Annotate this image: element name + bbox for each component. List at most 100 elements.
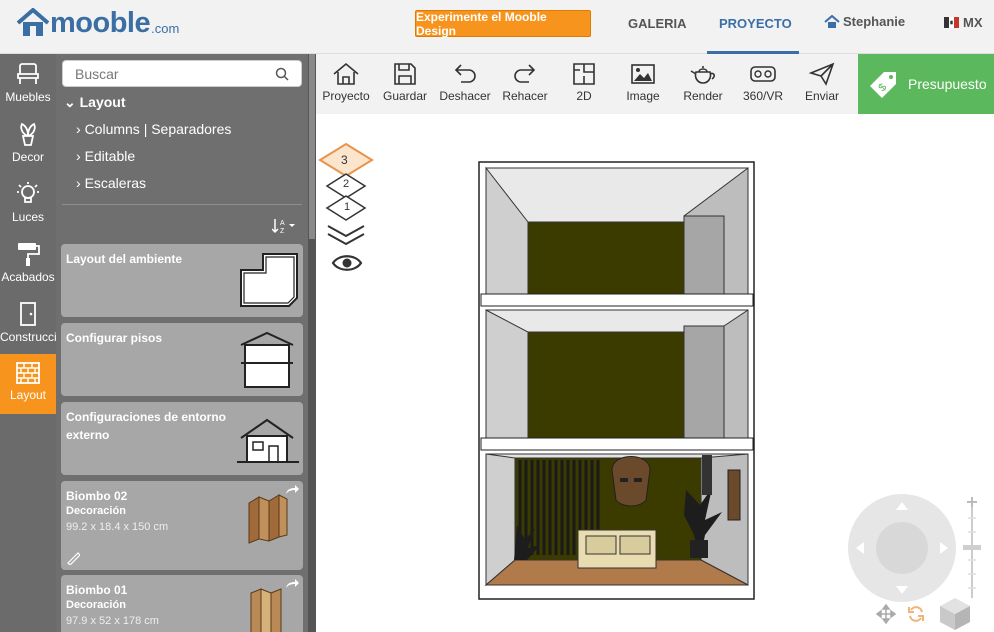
card-layout-ambiente[interactable]: Layout del ambiente — [61, 244, 303, 317]
image-icon — [631, 64, 655, 84]
double-chevron-down-icon[interactable] — [326, 222, 366, 246]
card-title: Layout del ambiente — [66, 252, 183, 266]
floor-3-label: 3 — [341, 153, 348, 167]
scrollbar-thumb[interactable] — [309, 54, 315, 239]
rail-item-luces[interactable]: Luces — [0, 180, 56, 240]
tool-deshacer[interactable]: Deshacer — [435, 62, 495, 103]
nav-proyecto[interactable]: PROYECTO — [719, 16, 792, 31]
navigation-pad[interactable] — [846, 492, 958, 604]
tool-label: Image — [626, 89, 660, 103]
top-bar: mooble .com Experimente el Mooble Design… — [0, 0, 994, 54]
floor-1-label: 1 — [344, 201, 351, 213]
rail-item-construccion[interactable]: Construcción — [0, 300, 56, 360]
presupuesto-label: Presupuesto — [908, 76, 987, 92]
logo-suffix: .com — [151, 21, 180, 36]
rail-label: Construcción — [0, 330, 56, 344]
tool-render[interactable]: Render — [673, 62, 733, 103]
mooble-design-button[interactable]: Experimente el Mooble Design — [415, 10, 591, 38]
share-arrow-icon[interactable] — [285, 579, 299, 589]
rail-label: Luces — [11, 210, 45, 224]
user-menu[interactable]: Stephanie — [824, 14, 905, 29]
logo-text: mooble — [50, 7, 151, 39]
plant-icon — [20, 122, 36, 146]
card-title: Biombo 02 — [66, 489, 128, 503]
rail-item-muebles[interactable]: Muebles — [0, 60, 56, 120]
rail-item-acabados[interactable]: Acabados — [0, 240, 56, 300]
door-icon — [20, 302, 36, 326]
tool-proyecto[interactable]: Proyecto — [316, 62, 376, 103]
send-icon — [808, 62, 835, 86]
chevron-down-icon: ⌄ — [64, 94, 80, 110]
logo-house-icon — [16, 8, 50, 36]
search-input[interactable]: Buscar — [62, 60, 302, 87]
tool-label: Deshacer — [439, 89, 491, 103]
card-dims: 97.9 x 52 x 178 cm — [66, 615, 159, 627]
user-name: Stephanie — [843, 14, 906, 29]
main-toolbar: Proyecto Guardar Deshacer Rehacer 2D Ima… — [316, 54, 858, 114]
paint-roller-icon — [18, 243, 40, 266]
card-subtitle: Decoración — [66, 599, 126, 611]
zoom-slider[interactable] — [960, 496, 984, 600]
country-selector[interactable]: MX — [944, 15, 983, 30]
panel-divider — [62, 204, 302, 205]
tool-360vr[interactable]: 360/VR — [733, 62, 793, 103]
floor-2-label: 2 — [343, 178, 350, 190]
chevron-right-icon: › — [76, 121, 85, 137]
tree-item-label: Columns | Separadores — [84, 121, 232, 137]
card-title: Configuraciones de entorno externo — [66, 410, 227, 442]
bulb-icon — [17, 182, 39, 203]
design-canvas[interactable]: 3 2 1 — [316, 114, 994, 632]
share-arrow-icon[interactable] — [285, 485, 299, 495]
vr-icon — [750, 66, 776, 82]
tree-header-label: Layout — [79, 94, 126, 110]
tree-layout-header[interactable]: ⌄ Layout — [64, 94, 126, 111]
presupuesto-button[interactable]: $ Presupuesto — [858, 54, 994, 114]
panel-scrollbar[interactable] — [308, 54, 316, 632]
tool-rehacer[interactable]: Rehacer — [495, 62, 555, 103]
floor-selector: 3 2 1 — [318, 142, 378, 277]
country-code: MX — [963, 15, 983, 30]
screen-divider-thumbnail-icon — [250, 588, 282, 632]
floorplan-icon — [573, 63, 595, 85]
rail-label: Layout — [9, 388, 47, 402]
rail-label: Muebles — [5, 90, 51, 104]
tree-item-escaleras[interactable]: › Escaleras — [76, 175, 146, 191]
tool-enviar[interactable]: Enviar — [792, 62, 852, 103]
house-icon — [237, 418, 299, 463]
logo[interactable]: mooble .com — [16, 8, 179, 38]
card-configurar-pisos[interactable]: Configurar pisos — [61, 323, 303, 396]
tree-item-label: Editable — [84, 148, 136, 164]
mexico-flag-icon — [944, 17, 959, 28]
save-icon — [394, 63, 416, 85]
card-title: Configurar pisos — [66, 331, 163, 345]
teapot-icon — [690, 66, 715, 84]
card-title: Biombo 01 — [66, 583, 128, 597]
rotate-icon[interactable] — [906, 604, 926, 624]
nav-galeria[interactable]: GALERIA — [628, 16, 687, 31]
cube-view-icon[interactable] — [938, 596, 972, 630]
tool-2d[interactable]: 2D — [554, 62, 614, 103]
card-biombo-01[interactable]: Biombo 01 Decoración 97.9 x 52 x 178 cm — [61, 575, 303, 632]
eye-icon[interactable] — [331, 252, 363, 274]
tree-item-editable[interactable]: › Editable — [76, 148, 135, 164]
tool-label: 2D — [576, 89, 592, 103]
rail-item-decor[interactable]: Decor — [0, 120, 56, 180]
category-rail: Muebles Decor Luces Acabados Construcció… — [0, 54, 56, 632]
chair-icon — [17, 63, 39, 84]
sort-button[interactable]: AZ — [271, 218, 296, 237]
tree-item-columns[interactable]: › Columns | Separadores — [76, 121, 231, 137]
tool-image[interactable]: Image — [613, 62, 673, 103]
tool-label: Render — [683, 89, 723, 103]
card-entorno-externo[interactable]: Configuraciones de entorno externo — [61, 402, 303, 475]
catalog-panel: Buscar ⌄ Layout › Columns | Separadores … — [56, 54, 308, 632]
tool-guardar[interactable]: Guardar — [375, 62, 435, 103]
pan-move-icon[interactable] — [876, 604, 896, 624]
card-biombo-02[interactable]: Biombo 02 Decoración 99.2 x 18.4 x 150 c… — [61, 481, 303, 570]
sort-az-icon: AZ — [271, 219, 295, 235]
search-icon[interactable] — [275, 67, 289, 81]
rail-item-layout[interactable]: Layout — [0, 354, 56, 414]
redo-icon — [514, 64, 536, 83]
rail-label: Decor — [11, 150, 44, 164]
measure-ruler-icon[interactable] — [66, 551, 80, 565]
chevron-right-icon: › — [76, 175, 85, 191]
